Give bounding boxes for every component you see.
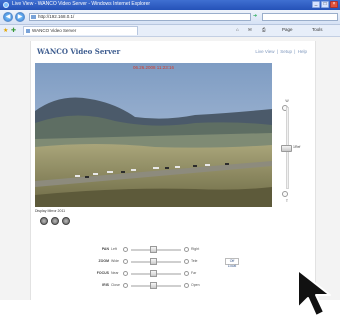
tab-label: WANCO Video Server — [32, 28, 77, 33]
zoom-level-label: 1Ref — [293, 145, 301, 149]
forward-icon[interactable]: ▶ — [15, 12, 25, 22]
add-favorite-icon[interactable]: ✚ — [11, 27, 16, 34]
close-button[interactable]: × — [330, 1, 338, 8]
go-icon[interactable]: ➜ — [253, 13, 257, 19]
ptz-label: ZOOM — [98, 259, 110, 263]
address-bar: ◀ ▶ http://192.168.0.1/ ➜ — [0, 10, 340, 25]
focus-far-icon[interactable] — [184, 271, 189, 276]
menu-live-view[interactable]: Live View — [255, 49, 274, 54]
favorites-star-icon[interactable]: ★ — [3, 27, 8, 34]
zoom-out-icon[interactable] — [282, 191, 288, 197]
ptz-left-label: Left — [111, 247, 117, 251]
live-video-feed[interactable]: 06.26.2008 11:23:16 — [35, 63, 272, 207]
iris-slider-knob[interactable] — [150, 282, 157, 289]
video-frame — [35, 63, 272, 207]
pan-slider-knob[interactable] — [150, 246, 157, 253]
zoom-tele-icon[interactable] — [184, 259, 189, 264]
feeds-icon[interactable]: ✉ — [248, 27, 252, 33]
ptz-left-label: Close — [111, 283, 120, 287]
tab-bar: ★ ✚ WANCO Video Server ⌂ ✉ ⎙ Page Tools — [0, 25, 340, 37]
minimize-button[interactable]: _ — [312, 1, 320, 8]
zoom-wide-icon[interactable] — [123, 259, 128, 264]
zoom-wide-label: W — [285, 99, 289, 103]
iris-close-icon[interactable] — [123, 283, 128, 288]
browser-window: Live View - WANCO Video Server - Windows… — [0, 0, 340, 300]
ptz-right-label: Far — [191, 271, 197, 275]
window-title: Live View - WANCO Video Server - Windows… — [12, 1, 151, 7]
site-brand: WANCO Video Server — [37, 47, 121, 56]
title-bar: Live View - WANCO Video Server - Windows… — [0, 0, 340, 10]
video-controls — [40, 217, 70, 225]
ptz-label: IRIS — [102, 283, 109, 287]
video-timestamp: 06.26.2008 11:23:16 — [133, 65, 174, 70]
web-page: WANCO Video Server Live View | Setup | H… — [30, 41, 316, 300]
ptz-right-label: Open — [191, 283, 200, 287]
print-icon[interactable]: ⎙ — [262, 27, 266, 32]
menu-help[interactable]: Help — [298, 49, 307, 54]
search-input[interactable] — [262, 13, 338, 21]
ie-icon — [3, 2, 9, 8]
zoom-tele-label: T — [285, 199, 289, 203]
pan-right-icon[interactable] — [184, 247, 189, 252]
menu-setup[interactable]: Setup — [280, 49, 292, 54]
zoom-slider-knob[interactable] — [281, 145, 292, 152]
autofocus-button[interactable]: Off Locat — [225, 258, 239, 268]
focus-near-icon[interactable] — [123, 271, 128, 276]
url-text: http://192.168.0.1/ — [38, 14, 75, 19]
ptz-left-label: Near — [111, 271, 119, 275]
ptz-label: PAN — [101, 247, 109, 251]
maximize-button[interactable]: □ — [321, 1, 329, 8]
ptz-right-label: Right — [191, 247, 200, 251]
page-menu[interactable]: Page — [282, 27, 293, 32]
pan-left-icon[interactable] — [123, 247, 128, 252]
snapshot-button[interactable] — [62, 217, 70, 225]
url-input[interactable]: http://192.168.0.1/ — [29, 13, 251, 21]
iris-open-icon[interactable] — [184, 283, 189, 288]
browser-content: WANCO Video Server Live View | Setup | H… — [0, 37, 340, 300]
tools-menu[interactable]: Tools — [312, 27, 323, 32]
ptz-right-label: Tele — [191, 259, 198, 263]
focus-slider-knob[interactable] — [150, 270, 157, 277]
tab-page-icon — [26, 29, 30, 33]
play-button[interactable] — [40, 217, 48, 225]
tab-video-server[interactable]: WANCO Video Server — [23, 26, 138, 35]
mouse-cursor-icon — [297, 269, 331, 317]
site-menu: Live View | Setup | Help — [254, 49, 307, 54]
zoom-slider-knob[interactable] — [150, 258, 157, 265]
stop-button[interactable] — [51, 217, 59, 225]
home-icon[interactable]: ⌂ — [236, 27, 239, 32]
page-icon — [31, 15, 36, 19]
ptz-label: FOCUS — [96, 271, 109, 275]
menu-separator: | — [294, 49, 296, 54]
back-icon[interactable]: ◀ — [3, 12, 13, 22]
menu-separator: | — [276, 49, 278, 54]
ptz-left-label: Wide — [111, 259, 119, 263]
video-caption: Display Mirror 2011 — [35, 209, 66, 213]
